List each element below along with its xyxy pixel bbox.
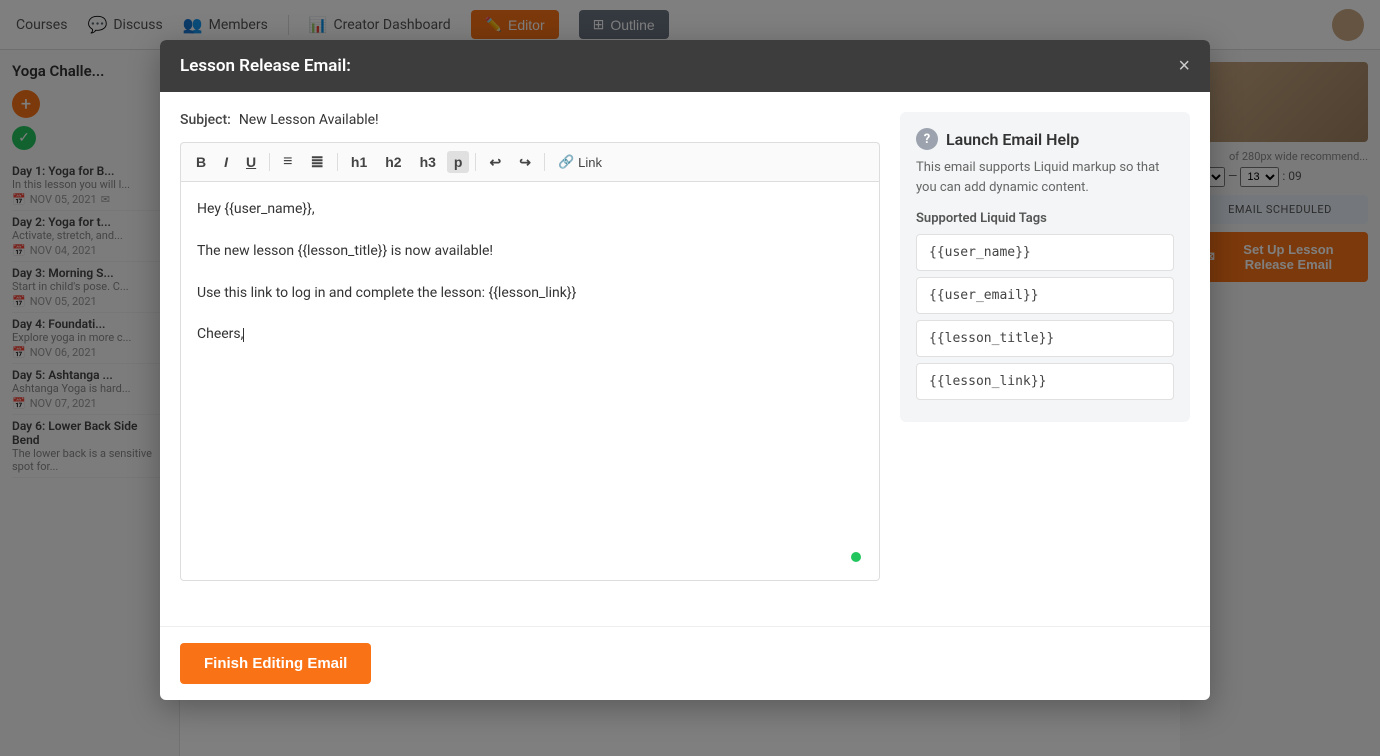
undo-button[interactable]: ↩: [482, 151, 508, 174]
help-question-icon: ?: [916, 128, 938, 150]
help-description: This email supports Liquid markup so tha…: [916, 158, 1174, 197]
h3-button[interactable]: h3: [413, 151, 443, 173]
h1-button[interactable]: h1: [344, 151, 374, 173]
liquid-tag-lesson-link: {{lesson_link}}: [916, 363, 1174, 400]
editor-toolbar: B I U ≡ ≣ h1 h2 h3 p ↩ ↪ 🔗 Link: [180, 142, 880, 181]
modal-title: Lesson Release Email:: [180, 56, 351, 76]
modal-footer: Finish Editing Email: [160, 626, 1210, 700]
h2-button[interactable]: h2: [378, 151, 408, 173]
toolbar-divider-3: [475, 153, 476, 171]
email-line-3: Use this link to log in and complete the…: [197, 282, 863, 306]
subject-value: New Lesson Available!: [239, 112, 379, 128]
text-cursor: [243, 328, 244, 342]
underline-button[interactable]: U: [239, 151, 263, 173]
help-header: ? Launch Email Help: [916, 128, 1174, 150]
ordered-list-button[interactable]: ≣: [303, 149, 330, 175]
bold-button[interactable]: B: [189, 151, 213, 173]
p-button[interactable]: p: [447, 151, 470, 173]
italic-button[interactable]: I: [217, 151, 235, 173]
email-line-4: Cheers,: [197, 323, 863, 347]
toolbar-divider-4: [544, 153, 545, 171]
toolbar-divider-2: [337, 153, 338, 171]
link-button[interactable]: 🔗 Link: [551, 151, 609, 173]
liquid-tag-user-name: {{user_name}}: [916, 234, 1174, 271]
help-title: Launch Email Help: [946, 130, 1079, 149]
launch-email-help-panel: ? Launch Email Help This email supports …: [900, 112, 1190, 422]
subject-label: Subject:: [180, 112, 231, 128]
liquid-tags-label: Supported Liquid Tags: [916, 211, 1174, 226]
email-editor: Subject: New Lesson Available! B I U ≡ ≣…: [180, 112, 880, 606]
email-line-2: The new lesson {{lesson_title}} is now a…: [197, 240, 863, 264]
subject-row: Subject: New Lesson Available!: [180, 112, 880, 128]
modal-body: Subject: New Lesson Available! B I U ≡ ≣…: [160, 92, 1210, 626]
liquid-tag-user-email: {{user_email}}: [916, 277, 1174, 314]
email-body-editor[interactable]: Hey {{user_name}}, The new lesson {{less…: [180, 181, 880, 581]
link-icon: 🔗: [558, 154, 574, 170]
email-line-1: Hey {{user_name}},: [197, 198, 863, 222]
liquid-tag-lesson-title: {{lesson_title}}: [916, 320, 1174, 357]
lesson-release-email-modal: Lesson Release Email: × Subject: New Les…: [160, 40, 1210, 700]
redo-button[interactable]: ↪: [512, 151, 538, 174]
modal-close-button[interactable]: ×: [1178, 56, 1190, 76]
toolbar-divider-1: [269, 153, 270, 171]
modal-header: Lesson Release Email: ×: [160, 40, 1210, 92]
bullet-list-button[interactable]: ≡: [276, 150, 299, 174]
link-label: Link: [578, 155, 602, 170]
finish-editing-button[interactable]: Finish Editing Email: [180, 643, 371, 684]
status-dot: [851, 552, 861, 562]
